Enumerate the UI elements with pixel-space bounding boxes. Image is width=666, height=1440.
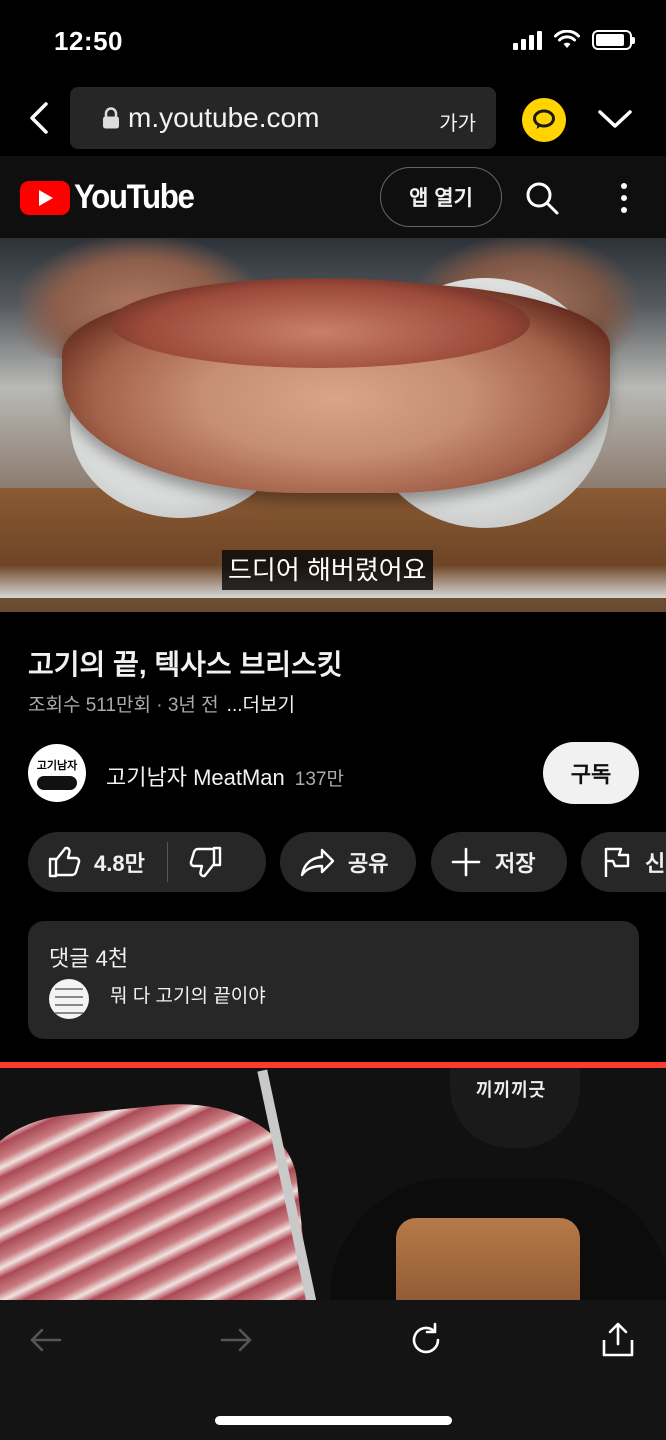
share-icon — [300, 848, 335, 877]
youtube-logo[interactable]: YouTube — [20, 178, 204, 217]
browser-share-button[interactable] — [598, 1320, 638, 1360]
youtube-header: YouTube 앱 열기 — [0, 156, 666, 238]
battery-icon — [592, 30, 635, 50]
reload-button[interactable] — [406, 1320, 446, 1360]
video-title: 고기의 끝, 텍사스 브리스킷 — [28, 649, 343, 680]
action-bar: 4.8만 공유 저장 신 — [0, 832, 666, 892]
back-icon — [30, 102, 48, 134]
search-button[interactable] — [522, 178, 562, 218]
share-button[interactable]: 공유 — [280, 832, 416, 892]
like-button[interactable]: 4.8만 — [28, 832, 145, 892]
talk-button[interactable] — [522, 98, 566, 142]
more-button[interactable]: ...더보기 — [227, 695, 295, 716]
like-count: 4.8만 — [94, 851, 145, 876]
back-button[interactable] — [22, 98, 58, 138]
share-label: 공유 — [348, 851, 389, 876]
home-indicator[interactable] — [215, 1416, 452, 1425]
channel-avatar[interactable]: 고기남자 — [28, 744, 86, 802]
video-meta: 조회수 511만회 · 3년 전 ...더보기 — [28, 690, 295, 717]
url-text: m.youtube.com — [128, 102, 320, 133]
video-player[interactable]: 드디어 해버렸어요 — [0, 238, 666, 612]
talk-icon — [533, 109, 555, 129]
report-button[interactable]: 신 — [581, 832, 666, 892]
mask-text: 끼끼끼긋 — [476, 1080, 547, 1100]
subscriber-count: 137만 — [294, 769, 344, 790]
text-size-button[interactable]: 가가 — [439, 107, 476, 136]
more-options-button[interactable] — [610, 178, 638, 218]
browser-menu-button[interactable] — [596, 102, 634, 138]
save-label: 저장 — [495, 851, 536, 876]
url-bar[interactable]: m.youtube.com 가가 — [70, 87, 496, 149]
video-subtitle: 드디어 해버렸어요 — [222, 550, 433, 590]
channel-name-link[interactable]: 고기남자 MeatMan 137만 — [106, 760, 344, 792]
arrow-left-icon — [30, 1328, 62, 1352]
comments-header: 댓글 4천 — [49, 946, 129, 971]
status-bar: 12:50 — [0, 0, 666, 84]
reload-icon — [412, 1322, 440, 1354]
wifi-icon — [554, 30, 580, 48]
subscribe-button[interactable]: 구독 — [543, 742, 639, 804]
status-icons — [513, 30, 635, 50]
youtube-wordmark: YouTube — [74, 178, 195, 216]
commenter-avatar — [49, 979, 89, 1019]
signal-icon — [513, 30, 542, 50]
search-icon — [526, 182, 559, 215]
comments-section[interactable]: 댓글 4천 뭐 다 고기의 끝이야 — [28, 921, 639, 1039]
thumbs-up-icon — [48, 846, 81, 878]
chevron-down-icon — [598, 110, 632, 128]
avatar-text: 고기남자 — [36, 759, 78, 772]
browser-bar: m.youtube.com 가가 — [0, 84, 666, 156]
more-vert-icon — [621, 183, 627, 213]
channel-row: 고기남자 고기남자 MeatMan 137만 구독 — [0, 742, 666, 804]
flag-icon — [604, 847, 630, 877]
like-dislike-pill: 4.8만 — [28, 832, 266, 892]
browser-back-button[interactable] — [26, 1320, 66, 1360]
plus-icon — [451, 847, 481, 877]
thumbs-down-icon — [190, 846, 222, 878]
browser-forward-button[interactable] — [216, 1320, 256, 1360]
share-out-icon — [602, 1322, 634, 1357]
status-time: 12:50 — [54, 26, 123, 56]
open-app-button[interactable]: 앱 열기 — [380, 167, 502, 227]
arrow-right-icon — [220, 1328, 252, 1352]
channel-name: 고기남자 MeatMan — [106, 765, 285, 790]
top-comment: 뭐 다 고기의 끝이야 — [110, 986, 266, 1007]
save-button[interactable]: 저장 — [431, 832, 567, 892]
report-label: 신 — [645, 851, 666, 876]
dislike-button[interactable] — [168, 832, 222, 892]
youtube-play-icon — [20, 180, 70, 215]
video-stats: 조회수 511만회 · 3년 전 — [28, 695, 219, 716]
ribs-image — [0, 1091, 311, 1300]
next-video-thumbnail[interactable]: 끼끼끼긋 — [0, 1062, 666, 1300]
lock-icon — [103, 107, 119, 129]
